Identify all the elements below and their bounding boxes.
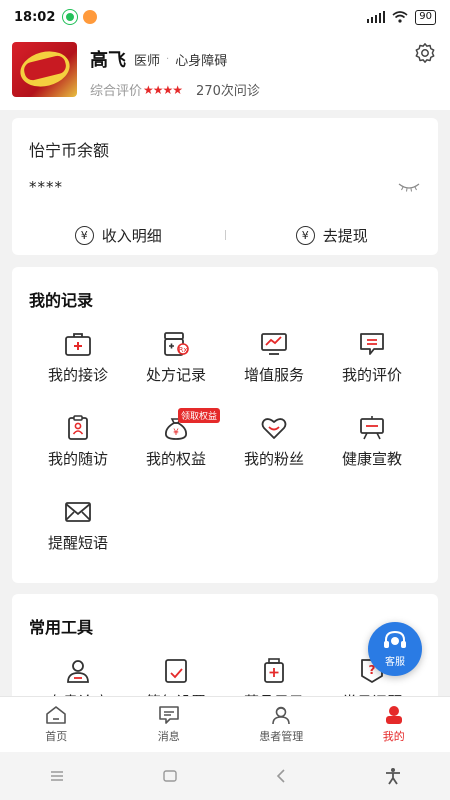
customer-service-button[interactable]: 客服 <box>368 622 422 676</box>
records-grid: 我的接诊 Rx 处方记录 增值服务 我的评价 我的随访 领取权益 ¥ 我的权益 … <box>12 329 438 553</box>
svg-text:Rx: Rx <box>178 346 187 354</box>
balance-amount: **** <box>29 178 63 196</box>
menu-icon[interactable] <box>50 771 64 781</box>
withdraw-button[interactable]: ¥ 去提现 <box>226 225 439 246</box>
accessibility-icon[interactable] <box>385 767 401 785</box>
rating-line: 综合评价 ★★★★ 270次问诊 <box>90 80 260 100</box>
record-item-reviews[interactable]: 我的评价 <box>323 329 421 385</box>
doctor-department: 心身障碍 <box>175 54 228 69</box>
tab-patient-management[interactable]: 患者管理 <box>225 697 338 752</box>
easel-icon <box>357 413 387 443</box>
customer-service-label: 客服 <box>385 657 405 668</box>
record-item-fans[interactable]: 我的粉丝 <box>225 413 323 469</box>
battery-icon: 90 <box>415 9 436 25</box>
system-navigation-bar <box>0 752 450 800</box>
visit-count: 270次问诊 <box>196 84 260 99</box>
income-detail-button[interactable]: ¥ 收入明细 <box>12 225 225 246</box>
doctor-title: 医师 <box>134 54 161 69</box>
tab-patient-management-label: 患者管理 <box>259 730 304 743</box>
home-square-icon[interactable] <box>162 770 177 782</box>
coin-icon: ¥ <box>295 225 315 245</box>
medical-kit-icon <box>63 329 93 359</box>
back-icon[interactable] <box>276 769 286 783</box>
separator-dot: · <box>166 54 170 65</box>
heart-icon <box>259 413 289 443</box>
status-bar: 18:02 90 <box>0 0 450 34</box>
tab-me[interactable]: 我的 <box>338 697 450 752</box>
status-icons: 90 <box>367 9 436 25</box>
home-icon <box>46 706 67 724</box>
doctor-name: 高飞 <box>90 50 126 71</box>
bottom-tab-bar: 首页 消息 患者管理 我的 <box>0 696 450 752</box>
profile-icon <box>385 706 402 724</box>
svg-text:¥: ¥ <box>173 428 179 438</box>
headset-icon <box>384 630 406 648</box>
tab-messages[interactable]: 消息 <box>113 697 226 752</box>
balance-actions: ¥ 收入明细 ¥ 去提现 <box>12 222 438 248</box>
section-title: 我的记录 <box>29 291 94 310</box>
tab-home-label: 首页 <box>45 730 68 743</box>
clipboard-person-icon <box>63 413 93 443</box>
monitor-chart-icon <box>259 329 289 359</box>
status-time: 18:02 <box>14 9 56 25</box>
record-item-value-added[interactable]: 增值服务 <box>225 329 323 385</box>
record-item-followups[interactable]: 我的随访 <box>29 413 127 469</box>
medicine-bottle-icon <box>259 656 289 686</box>
records-card: 我的记录 我的接诊 Rx 处方记录 增值服务 我的评价 我的随访 领取权益 ¥ … <box>12 267 438 583</box>
doctor-title-line: 医师 · 心身障碍 <box>134 50 227 69</box>
patient-icon <box>272 706 291 725</box>
income-detail-label: 收入明细 <box>101 226 162 245</box>
claim-benefits-badge: 领取权益 <box>178 408 221 423</box>
app-notification-icon <box>63 10 78 24</box>
tab-home[interactable]: 首页 <box>0 697 113 752</box>
settings-doc-icon <box>161 656 191 686</box>
record-item-prescriptions[interactable]: Rx 处方记录 <box>127 329 225 385</box>
comment-icon <box>357 329 387 359</box>
balance-card: 怡宁币余额 **** ¥ 收入明细 ¥ 去提现 <box>12 118 438 255</box>
record-item-reminder-phrases[interactable]: 提醒短语 <box>29 497 127 553</box>
tab-me-label: 我的 <box>382 730 405 743</box>
withdraw-label: 去提现 <box>322 226 368 245</box>
gear-icon[interactable] <box>414 42 436 64</box>
doctor-icon <box>63 656 93 686</box>
prescription-icon: Rx <box>161 329 191 359</box>
record-item-benefits[interactable]: 领取权益 ¥ 我的权益 <box>127 408 225 469</box>
message-icon <box>158 706 179 724</box>
rating-label: 综合评价 <box>90 84 143 99</box>
record-item-health-education[interactable]: 健康宣教 <box>323 413 421 469</box>
avatar[interactable] <box>12 42 77 97</box>
section-title: 常用工具 <box>29 618 94 637</box>
eye-closed-icon[interactable] <box>398 182 420 192</box>
record-item-consultations[interactable]: 我的接诊 <box>29 329 127 385</box>
envelope-icon <box>63 497 93 527</box>
wifi-icon <box>392 11 408 23</box>
signal-icon <box>367 11 386 23</box>
rating-stars: ★★★★ <box>143 82 183 97</box>
chat-notification-icon <box>83 10 98 24</box>
coin-icon: ¥ <box>74 225 94 245</box>
balance-label: 怡宁币余额 <box>29 141 110 160</box>
profile-header: 高飞 医师 · 心身障碍 综合评价 ★★★★ 270次问诊 <box>0 34 450 110</box>
tab-messages-label: 消息 <box>157 730 180 743</box>
